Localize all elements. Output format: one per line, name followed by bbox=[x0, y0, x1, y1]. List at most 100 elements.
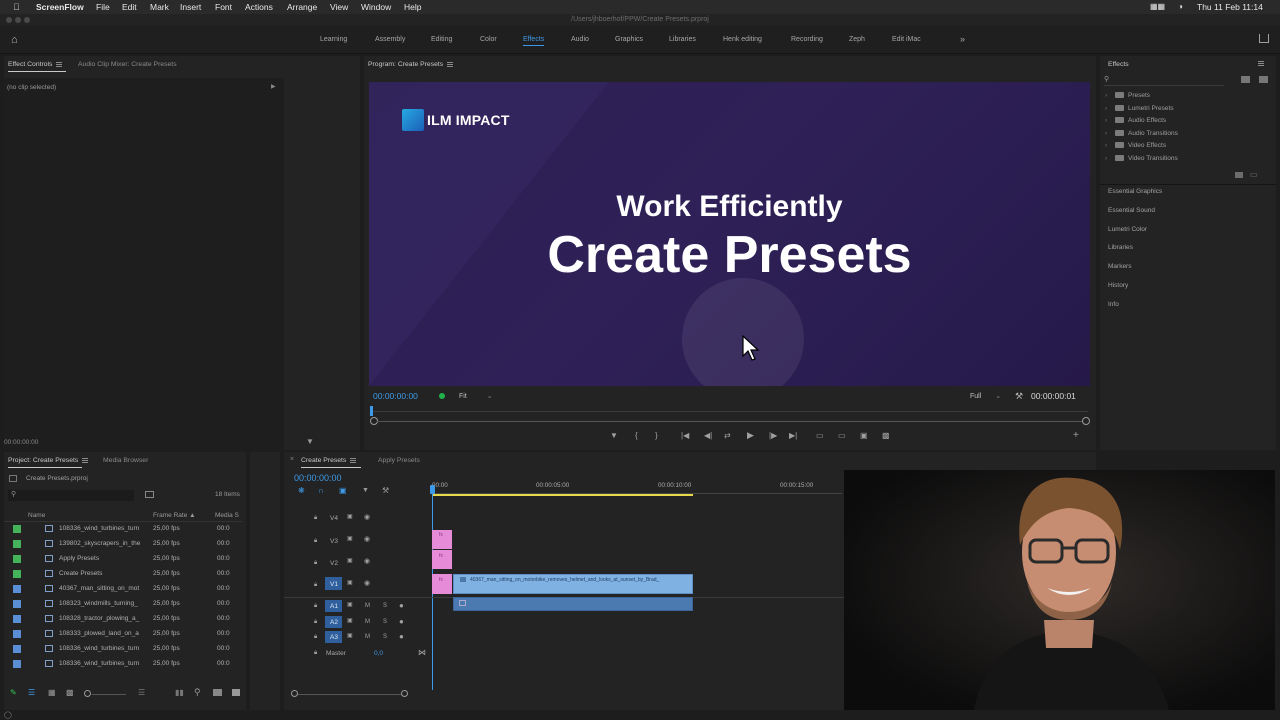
section-history[interactable]: History bbox=[1108, 282, 1128, 289]
column-header-name[interactable]: Name bbox=[28, 512, 45, 519]
project-list-item[interactable]: 108333_plowed_land_on_a 25,00 fps 00:0 bbox=[8, 627, 248, 642]
workspace-tab-audio[interactable]: Audio bbox=[571, 36, 589, 43]
workspace-tab-effects[interactable]: Effects bbox=[523, 36, 544, 43]
timeline-horizontal-scrollbar[interactable] bbox=[298, 694, 401, 695]
track-lock-icon[interactable]: 🔒︎ bbox=[314, 603, 317, 610]
project-list-item[interactable]: 108323_windmills_turning_ 25,00 fps 00:0 bbox=[8, 597, 248, 612]
workspace-tab-libraries[interactable]: Libraries bbox=[669, 36, 696, 43]
work-area-bar[interactable] bbox=[432, 494, 693, 496]
track-lock-icon[interactable]: 🔒︎ bbox=[314, 515, 317, 522]
effects-panel-title[interactable]: Effects bbox=[1108, 61, 1129, 68]
tab-sequence-create-presets[interactable]: Create Presets bbox=[301, 457, 357, 464]
mark-in-icon[interactable]: { bbox=[635, 431, 638, 440]
icon-view-icon[interactable]: ▦ bbox=[48, 688, 56, 697]
button-editor-plus-icon[interactable]: + bbox=[1073, 430, 1079, 441]
close-icon[interactable]: × bbox=[290, 456, 294, 463]
step-back-icon[interactable]: ◀| bbox=[704, 431, 712, 440]
tab-project[interactable]: Project: Create Presets bbox=[8, 457, 89, 464]
track-lock-icon[interactable]: 🔒︎ bbox=[314, 560, 317, 567]
column-header-media-start[interactable]: Media S bbox=[215, 512, 239, 519]
solo-button[interactable]: S bbox=[383, 603, 387, 609]
track-lock-icon[interactable]: 🔒︎ bbox=[314, 634, 317, 641]
program-timecode-out[interactable]: 00:00:00:01 bbox=[1031, 391, 1076, 401]
master-end-icon[interactable]: ⋈ bbox=[418, 648, 426, 657]
new-bin-icon[interactable] bbox=[213, 689, 222, 696]
track-sync-icon[interactable]: ▣ bbox=[347, 579, 353, 586]
menu-file[interactable]: File bbox=[96, 2, 110, 12]
menu-font[interactable]: Font bbox=[215, 2, 232, 12]
program-preview-frame[interactable]: ILM IMPACT Work Efficiently Create Prese… bbox=[369, 82, 1090, 386]
sort-icon[interactable]: ☰ bbox=[138, 688, 145, 697]
section-info[interactable]: Info bbox=[1108, 301, 1119, 308]
workspace-tab-editing[interactable]: Editing bbox=[431, 36, 452, 43]
tab-sequence-apply-presets[interactable]: Apply Presets bbox=[378, 457, 420, 464]
column-header-frame-rate[interactable]: Frame Rate ▲ bbox=[153, 512, 196, 519]
mute-button[interactable]: M bbox=[365, 634, 370, 640]
list-view-icon[interactable]: ☰ bbox=[28, 688, 35, 697]
window-minimize-button[interactable] bbox=[15, 17, 21, 23]
automate-to-sequence-icon[interactable]: ▮▮ bbox=[175, 688, 184, 697]
track-label-a1[interactable]: A1 bbox=[330, 603, 338, 610]
zoom-fit-select[interactable]: Fit ⌄ bbox=[459, 392, 493, 400]
program-timecode-in[interactable]: 00:00:00:00 bbox=[373, 391, 418, 401]
microphone-icon[interactable]: ● bbox=[399, 632, 404, 641]
solo-button[interactable]: S bbox=[383, 619, 387, 625]
linked-selection-icon[interactable]: ▣ bbox=[339, 486, 347, 495]
panel-menu-icon[interactable] bbox=[447, 61, 454, 67]
snap-icon[interactable]: ∩ bbox=[318, 486, 324, 495]
section-essential-graphics[interactable]: Essential Graphics bbox=[1108, 188, 1162, 195]
delete-icon[interactable]: ▭ bbox=[1250, 170, 1258, 179]
nest-icon[interactable]: ❋ bbox=[298, 486, 305, 495]
panel-menu-icon[interactable] bbox=[1258, 60, 1264, 67]
workspace-more-button[interactable]: » bbox=[960, 34, 965, 44]
graphic-clip-v2[interactable]: fx bbox=[432, 550, 452, 569]
lift-icon[interactable]: ▭ bbox=[816, 431, 824, 440]
project-list-item[interactable]: 40367_man_sitting_on_mot 25,00 fps 00:0 bbox=[8, 582, 248, 597]
add-marker-icon[interactable]: ▼ bbox=[362, 487, 369, 494]
menu-mark[interactable]: Mark bbox=[150, 2, 169, 12]
effects-folder-video-transitions[interactable]: › Video Transitions bbox=[1105, 155, 1178, 162]
panel-menu-icon[interactable] bbox=[82, 457, 89, 463]
track-label-v3[interactable]: V3 bbox=[330, 538, 338, 545]
track-label-a3[interactable]: A3 bbox=[330, 634, 338, 641]
menu-extras-icon[interactable]: ▦▦ bbox=[1150, 2, 1165, 11]
track-label-a2[interactable]: A2 bbox=[330, 619, 338, 626]
zoom-handle-right[interactable] bbox=[1082, 417, 1090, 425]
expand-triangle-icon[interactable]: ▶ bbox=[271, 83, 276, 90]
mark-out-icon[interactable]: } bbox=[655, 431, 658, 440]
go-to-out-icon[interactable]: ▶| bbox=[789, 431, 797, 440]
tab-media-browser[interactable]: Media Browser bbox=[103, 457, 148, 464]
effects-folder-lumetri-presets[interactable]: › Lumetri Presets bbox=[1105, 105, 1174, 112]
project-list-item[interactable]: 108336_wind_turbines_turn 25,00 fps 00:0 bbox=[8, 657, 248, 672]
extract-icon[interactable]: ▭ bbox=[838, 431, 846, 440]
track-sync-icon[interactable]: ▣ bbox=[347, 557, 353, 564]
track-sync-icon[interactable]: ▣ bbox=[347, 632, 353, 639]
project-list-item[interactable]: 108336_wind_turbines_turn 25,00 fps 00:0 bbox=[8, 522, 248, 537]
video-clip-v1[interactable]: 40367_man_sitting_on_motorbike_removes_h… bbox=[453, 574, 693, 594]
resolution-select[interactable]: Full ⌄ bbox=[970, 392, 1001, 400]
track-sync-icon[interactable]: ▣ bbox=[347, 535, 353, 542]
panel-menu-icon[interactable] bbox=[350, 457, 357, 463]
solo-button[interactable]: S bbox=[383, 634, 387, 640]
menu-insert[interactable]: Insert bbox=[180, 2, 201, 12]
status-bar-icon[interactable]: ◯ bbox=[4, 711, 12, 719]
menu-actions[interactable]: Actions bbox=[245, 2, 273, 12]
window-close-button[interactable] bbox=[6, 17, 12, 23]
zoom-slider-handle[interactable] bbox=[84, 690, 91, 697]
effects-folder-presets[interactable]: › Presets bbox=[1105, 92, 1150, 99]
new-item-icon[interactable] bbox=[232, 689, 240, 696]
workspace-tab-henk-editing[interactable]: Henk editing bbox=[723, 36, 762, 43]
timeline-zoom-handle-left[interactable] bbox=[291, 690, 298, 697]
track-sync-icon[interactable]: ▣ bbox=[347, 513, 353, 520]
find-icon[interactable]: ⚲ bbox=[194, 687, 201, 698]
workspace-tab-graphics[interactable]: Graphics bbox=[615, 36, 643, 43]
playhead-ruler[interactable] bbox=[372, 411, 1088, 412]
play-button[interactable]: ▶ bbox=[747, 430, 754, 441]
track-eye-icon[interactable]: ◉ bbox=[364, 513, 370, 521]
graphic-clip-v3[interactable]: fx bbox=[432, 530, 452, 549]
mute-button[interactable]: M bbox=[365, 603, 370, 609]
pencil-icon[interactable]: ✎ bbox=[10, 688, 17, 697]
control-center-icon[interactable]: ◑ bbox=[1178, 2, 1183, 11]
share-icon[interactable] bbox=[1259, 34, 1269, 43]
tab-effect-controls[interactable]: Effect Controls bbox=[8, 61, 63, 68]
